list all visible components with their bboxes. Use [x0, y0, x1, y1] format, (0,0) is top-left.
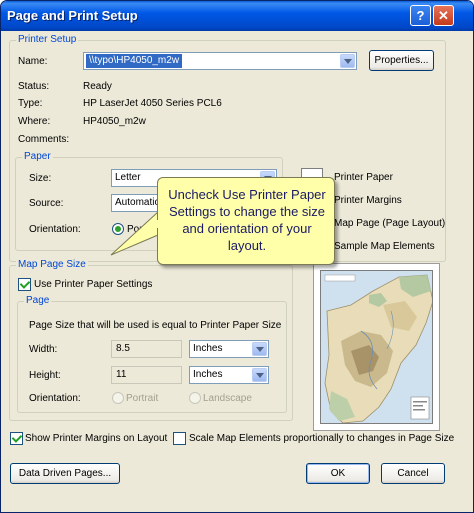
height-unit-dropdown[interactable]: Inches: [189, 366, 269, 384]
close-icon[interactable]: ✕: [433, 5, 454, 26]
width-field: 8.5: [111, 340, 182, 358]
where-value: HP4050_m2w: [83, 116, 146, 127]
use-printer-paper-label[interactable]: Use Printer Paper Settings: [34, 279, 152, 291]
page-portrait-label: Portrait: [126, 393, 159, 404]
paper-size-value: Letter: [115, 172, 141, 183]
page-legend: Page: [24, 295, 52, 307]
paper-legend: Paper: [22, 151, 53, 163]
callout-tooltip: Uncheck Use Printer Paper Settings to ch…: [157, 177, 335, 265]
properties-button[interactable]: Properties...: [369, 50, 434, 71]
width-unit-dropdown[interactable]: Inches: [189, 340, 269, 358]
printer-name-value: \\typo\HP4050_m2w: [86, 54, 183, 68]
page-size-info-text: Page Size that will be used is equal to …: [29, 320, 282, 331]
title-bar[interactable]: Page and Print Setup ? ✕: [1, 1, 473, 31]
paper-size-label: Size:: [29, 173, 52, 184]
page-portrait-radio[interactable]: [112, 392, 124, 404]
legend-printer-margins: Printer Margins: [334, 195, 402, 206]
dropdown-arrow-icon[interactable]: [252, 368, 267, 382]
paper-source-label: Source:: [29, 198, 64, 209]
width-unit-value: Inches: [193, 343, 223, 354]
height-label: Height:: [29, 370, 61, 381]
name-label: Name:: [18, 56, 48, 67]
legend-map-page: Map Page (Page Layout): [334, 218, 446, 229]
height-value: 11: [116, 369, 127, 380]
use-printer-paper-checkbox[interactable]: [18, 278, 31, 291]
data-driven-pages-button[interactable]: Data Driven Pages...: [10, 463, 120, 484]
dropdown-arrow-icon[interactable]: [340, 54, 355, 68]
cancel-button[interactable]: Cancel: [381, 463, 445, 484]
page-landscape-radio[interactable]: [189, 392, 201, 404]
page-and-print-setup-dialog: Page and Print Setup ? ✕ Printer Setup N…: [0, 0, 474, 513]
status-label: Status:: [18, 81, 50, 92]
callout-text: Uncheck Use Printer Paper Settings to ch…: [168, 187, 326, 253]
type-label: Type:: [18, 98, 43, 109]
status-value: Ready: [83, 81, 112, 92]
where-label: Where:: [18, 116, 51, 127]
paper-orientation-label: Orientation:: [29, 224, 81, 235]
page-landscape-label: Landscape: [203, 393, 252, 404]
scale-elements-checkbox[interactable]: [173, 432, 186, 445]
width-value: 8.5: [116, 343, 130, 354]
help-icon[interactable]: ?: [410, 5, 431, 26]
map-page-size-legend: Map Page Size: [16, 259, 88, 271]
map-preview-thumbnail: [320, 270, 433, 424]
layout-preview: [313, 263, 440, 431]
printer-setup-legend: Printer Setup: [16, 34, 79, 46]
paper-source-value: Automatic: [115, 197, 160, 208]
comments-label: Comments:: [18, 134, 70, 145]
show-margins-checkbox[interactable]: [10, 432, 23, 445]
window-title: Page and Print Setup: [7, 8, 138, 23]
legend-sample-elements: Sample Map Elements: [334, 241, 435, 252]
height-unit-value: Inches: [193, 369, 223, 380]
page-orientation-label: Orientation:: [29, 393, 81, 404]
type-value: HP LaserJet 4050 Series PCL6: [83, 98, 222, 109]
show-margins-label[interactable]: Show Printer Margins on Layout: [25, 433, 167, 445]
width-label: Width:: [29, 344, 58, 355]
height-field: 11: [111, 366, 182, 384]
callout-pointer-join: [151, 220, 161, 228]
ok-button[interactable]: OK: [306, 463, 370, 484]
legend-printer-paper: Printer Paper: [334, 172, 393, 183]
scale-elements-label[interactable]: Scale Map Elements proportionally to cha…: [189, 433, 454, 445]
dropdown-arrow-icon[interactable]: [252, 342, 267, 356]
printer-name-dropdown[interactable]: \\typo\HP4050_m2w: [83, 52, 357, 70]
